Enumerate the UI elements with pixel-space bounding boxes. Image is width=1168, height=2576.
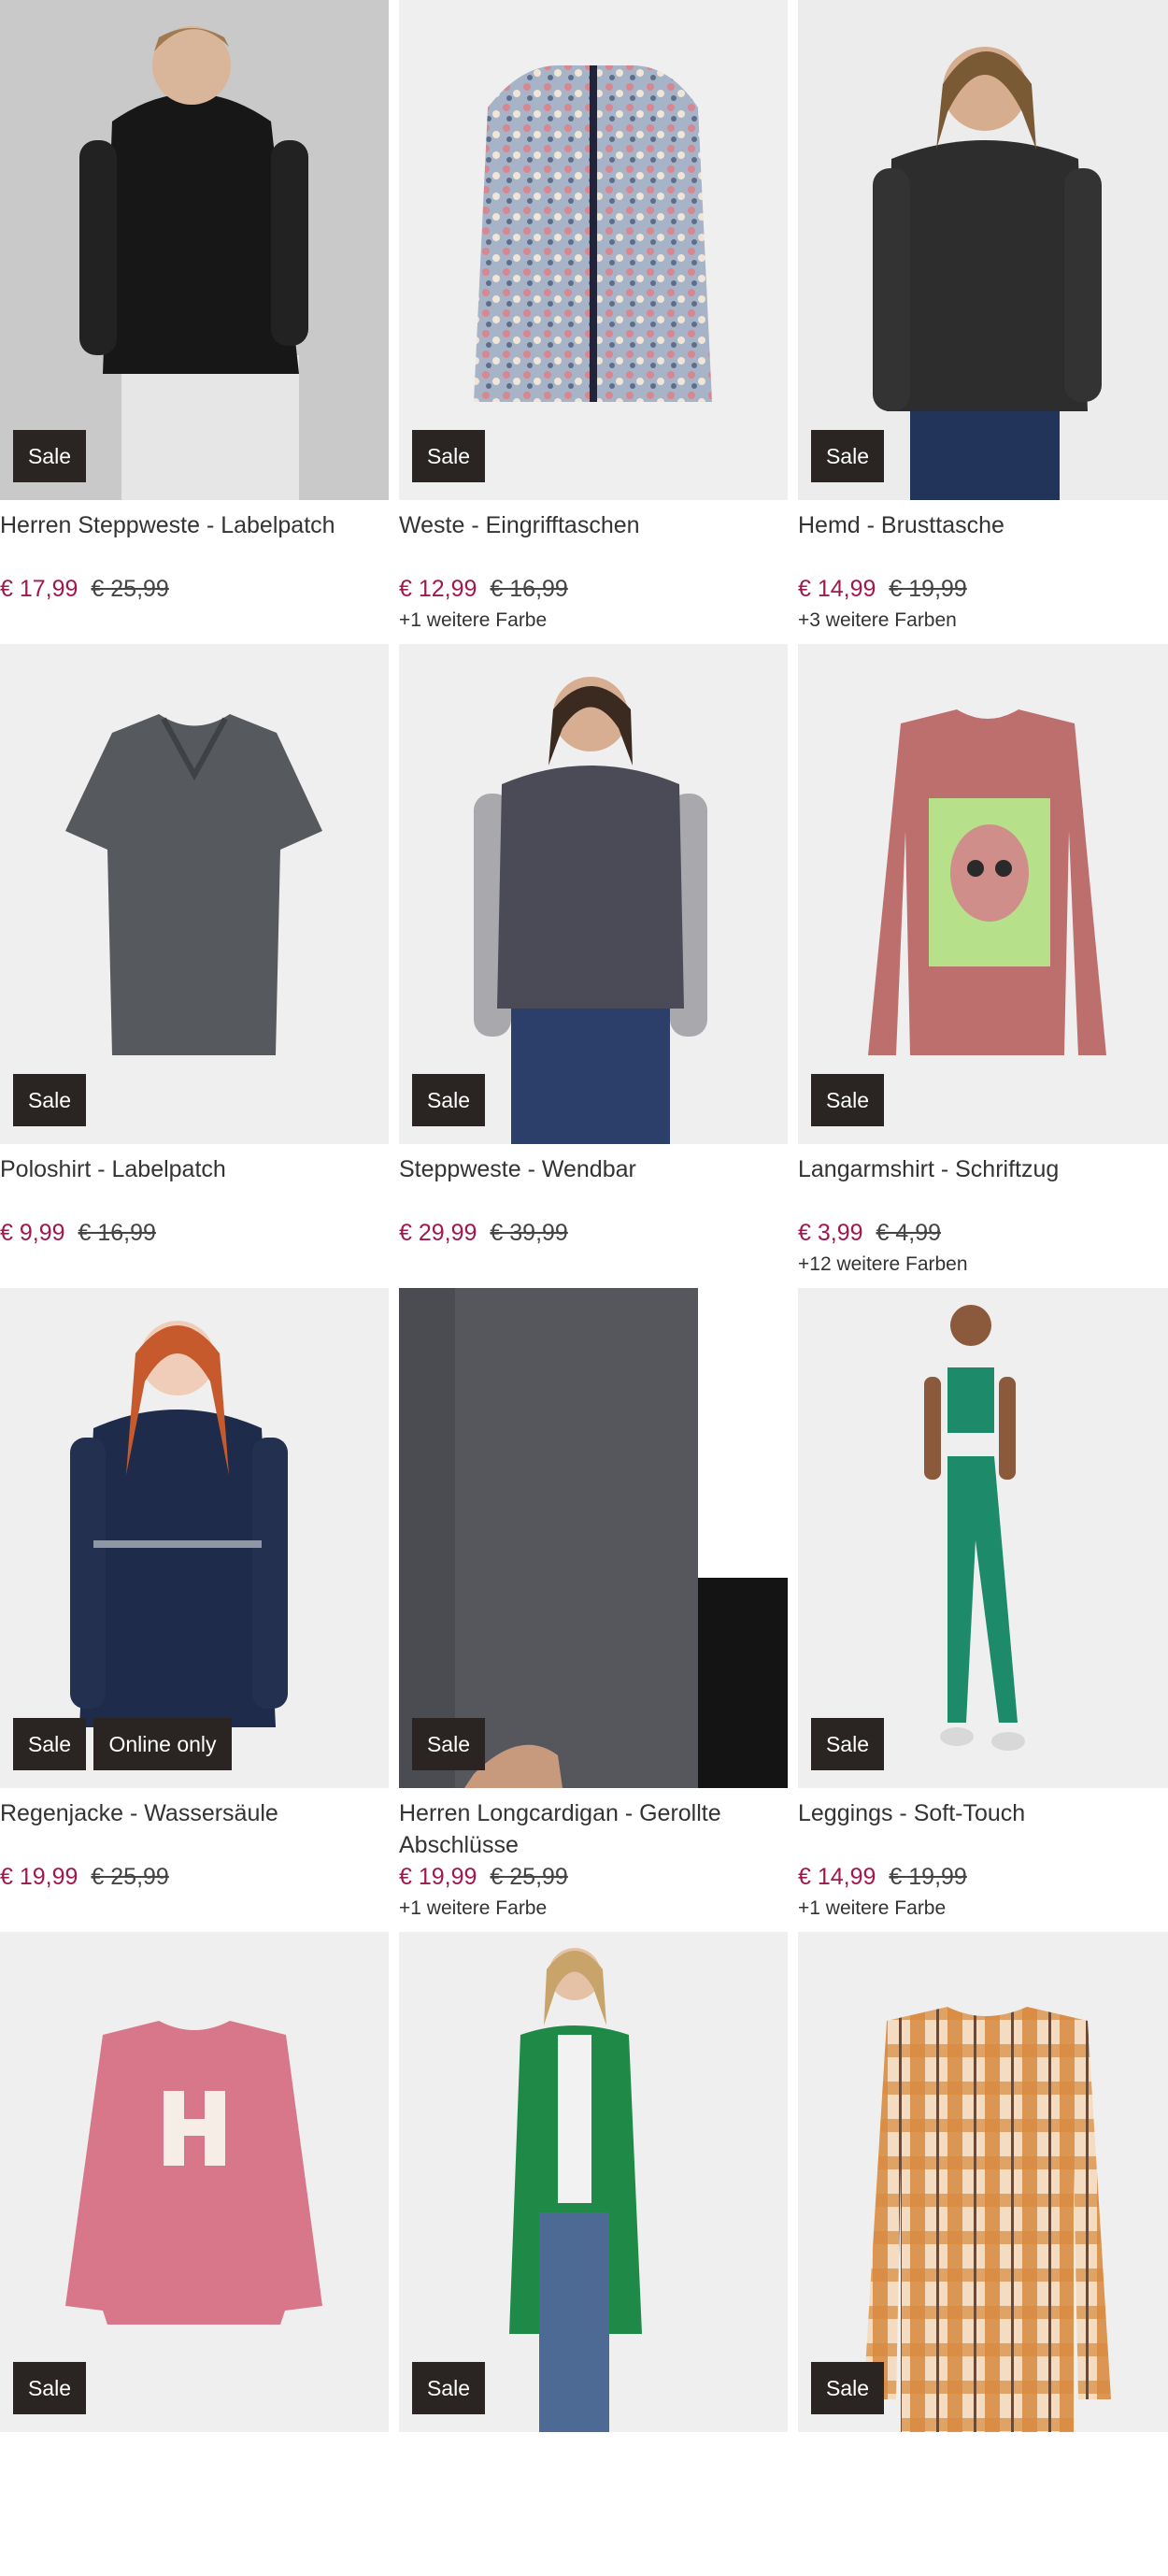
sale-badge: Sale xyxy=(13,1074,86,1126)
product-card[interactable]: Sale Poloshirt - Labelpatch € 9,99 € 16,… xyxy=(0,644,389,1288)
sale-price: € 14,99 xyxy=(798,576,876,602)
product-title[interactable]: Herren Longcardigan - Gerollte Abschlüss… xyxy=(399,1797,788,1861)
original-price: € 25,99 xyxy=(91,576,169,602)
product-grid: Sale Herren Steppweste - Labelpatch € 17… xyxy=(0,0,1168,2576)
sale-badge: Sale xyxy=(811,2362,884,2414)
sale-badge: Sale xyxy=(811,1074,884,1126)
original-price: € 19,99 xyxy=(889,1864,967,1890)
product-title[interactable]: Leggings - Soft-Touch xyxy=(798,1797,1168,1861)
sale-price: € 9,99 xyxy=(0,1220,65,1246)
sale-badge: Sale xyxy=(13,1718,86,1770)
product-card[interactable]: Sale Steppweste - Wendbar € 29,99 € 39,9… xyxy=(399,644,788,1288)
price-row: € 9,99 € 16,99 xyxy=(0,1217,389,1249)
sale-price: € 14,99 xyxy=(798,1864,876,1890)
product-image[interactable]: Sale xyxy=(0,0,389,500)
product-card[interactable]: Sale Herren Longcardigan - Gerollte Absc… xyxy=(399,1288,788,1932)
product-card[interactable]: Sale xyxy=(399,1932,788,2576)
sale-price: € 29,99 xyxy=(399,1220,477,1246)
original-price: € 39,99 xyxy=(490,1220,568,1246)
price-row: € 12,99 € 16,99 xyxy=(399,573,788,605)
product-title[interactable]: Langarmshirt - Schriftzug xyxy=(798,1153,1168,1217)
product-image[interactable]: Sale Online only xyxy=(0,1288,389,1788)
sale-badge: Sale xyxy=(13,430,86,482)
product-card[interactable]: Sale xyxy=(0,1932,389,2576)
online-only-badge: Online only xyxy=(93,1718,232,1770)
product-image[interactable]: Sale xyxy=(798,1932,1168,2432)
badge-group: Sale xyxy=(412,2344,485,2432)
sale-price: € 17,99 xyxy=(0,576,78,602)
badge-group: Sale xyxy=(13,412,86,500)
original-price: € 16,99 xyxy=(490,576,568,602)
sale-badge: Sale xyxy=(811,430,884,482)
sale-price: € 3,99 xyxy=(798,1220,863,1246)
badge-group: Sale Online only xyxy=(13,1700,232,1788)
badge-group: Sale xyxy=(412,1700,485,1788)
product-card[interactable]: Sale Herren Steppweste - Labelpatch € 17… xyxy=(0,0,389,644)
product-card[interactable]: Sale Leggings - Soft-Touch € 14,99 € 19,… xyxy=(798,1288,1168,1932)
price-row: € 17,99 € 25,99 xyxy=(0,573,389,605)
more-colors[interactable]: +12 weitere Farben xyxy=(798,1251,1168,1279)
original-price: € 25,99 xyxy=(91,1864,169,1890)
price-row: € 29,99 € 39,99 xyxy=(399,1217,788,1249)
product-title[interactable]: Hemd - Brusttasche xyxy=(798,509,1168,573)
product-image[interactable]: Sale xyxy=(798,1288,1168,1788)
product-image[interactable]: Sale xyxy=(399,1932,788,2432)
more-colors[interactable]: +3 weitere Farben xyxy=(798,607,1168,635)
price-row: € 14,99 € 19,99 xyxy=(798,1861,1168,1893)
more-colors[interactable]: +1 weitere Farbe xyxy=(399,607,788,635)
sale-badge: Sale xyxy=(13,2362,86,2414)
badge-group: Sale xyxy=(811,1056,884,1144)
product-image[interactable]: Sale xyxy=(0,644,389,1144)
more-colors[interactable]: +1 weitere Farbe xyxy=(798,1895,1168,1923)
product-title[interactable]: Herren Steppweste - Labelpatch xyxy=(0,509,389,573)
sale-price: € 19,99 xyxy=(399,1864,477,1890)
product-image[interactable]: Sale xyxy=(399,0,788,500)
product-title[interactable]: Steppweste - Wendbar xyxy=(399,1153,788,1217)
product-image[interactable]: Sale xyxy=(0,1932,389,2432)
product-card[interactable]: Sale Weste - Eingrifftaschen € 12,99 € 1… xyxy=(399,0,788,644)
product-card[interactable]: Sale xyxy=(798,1932,1168,2576)
sale-badge: Sale xyxy=(412,430,485,482)
badge-group: Sale xyxy=(412,1056,485,1144)
product-image[interactable]: Sale xyxy=(399,644,788,1144)
sale-price: € 12,99 xyxy=(399,576,477,602)
product-image[interactable]: Sale xyxy=(798,0,1168,500)
product-card[interactable]: Sale Langarmshirt - Schriftzug € 3,99 € … xyxy=(798,644,1168,1288)
price-row: € 19,99 € 25,99 xyxy=(0,1861,389,1893)
sale-badge: Sale xyxy=(412,1074,485,1126)
more-colors[interactable]: +1 weitere Farbe xyxy=(399,1895,788,1923)
product-image[interactable]: Sale xyxy=(399,1288,788,1788)
product-card[interactable]: Sale Hemd - Brusttasche € 14,99 € 19,99 … xyxy=(798,0,1168,644)
sale-badge: Sale xyxy=(412,2362,485,2414)
sale-price: € 19,99 xyxy=(0,1864,78,1890)
product-card[interactable]: Sale Online only Regenjacke - Wassersäul… xyxy=(0,1288,389,1932)
price-row: € 19,99 € 25,99 xyxy=(399,1861,788,1893)
badge-group: Sale xyxy=(13,2344,86,2432)
product-title[interactable]: Poloshirt - Labelpatch xyxy=(0,1153,389,1217)
price-row: € 3,99 € 4,99 xyxy=(798,1217,1168,1249)
badge-group: Sale xyxy=(13,1056,86,1144)
product-image[interactable]: Sale xyxy=(798,644,1168,1144)
original-price: € 19,99 xyxy=(889,576,967,602)
sale-badge: Sale xyxy=(811,1718,884,1770)
badge-group: Sale xyxy=(811,2344,884,2432)
product-title[interactable]: Regenjacke - Wassersäule xyxy=(0,1797,389,1861)
sale-badge: Sale xyxy=(412,1718,485,1770)
badge-group: Sale xyxy=(412,412,485,500)
original-price: € 25,99 xyxy=(490,1864,568,1890)
price-row: € 14,99 € 19,99 xyxy=(798,573,1168,605)
product-title[interactable]: Weste - Eingrifftaschen xyxy=(399,509,788,573)
original-price: € 4,99 xyxy=(876,1220,942,1246)
badge-group: Sale xyxy=(811,1700,884,1788)
original-price: € 16,99 xyxy=(78,1220,156,1246)
badge-group: Sale xyxy=(811,412,884,500)
